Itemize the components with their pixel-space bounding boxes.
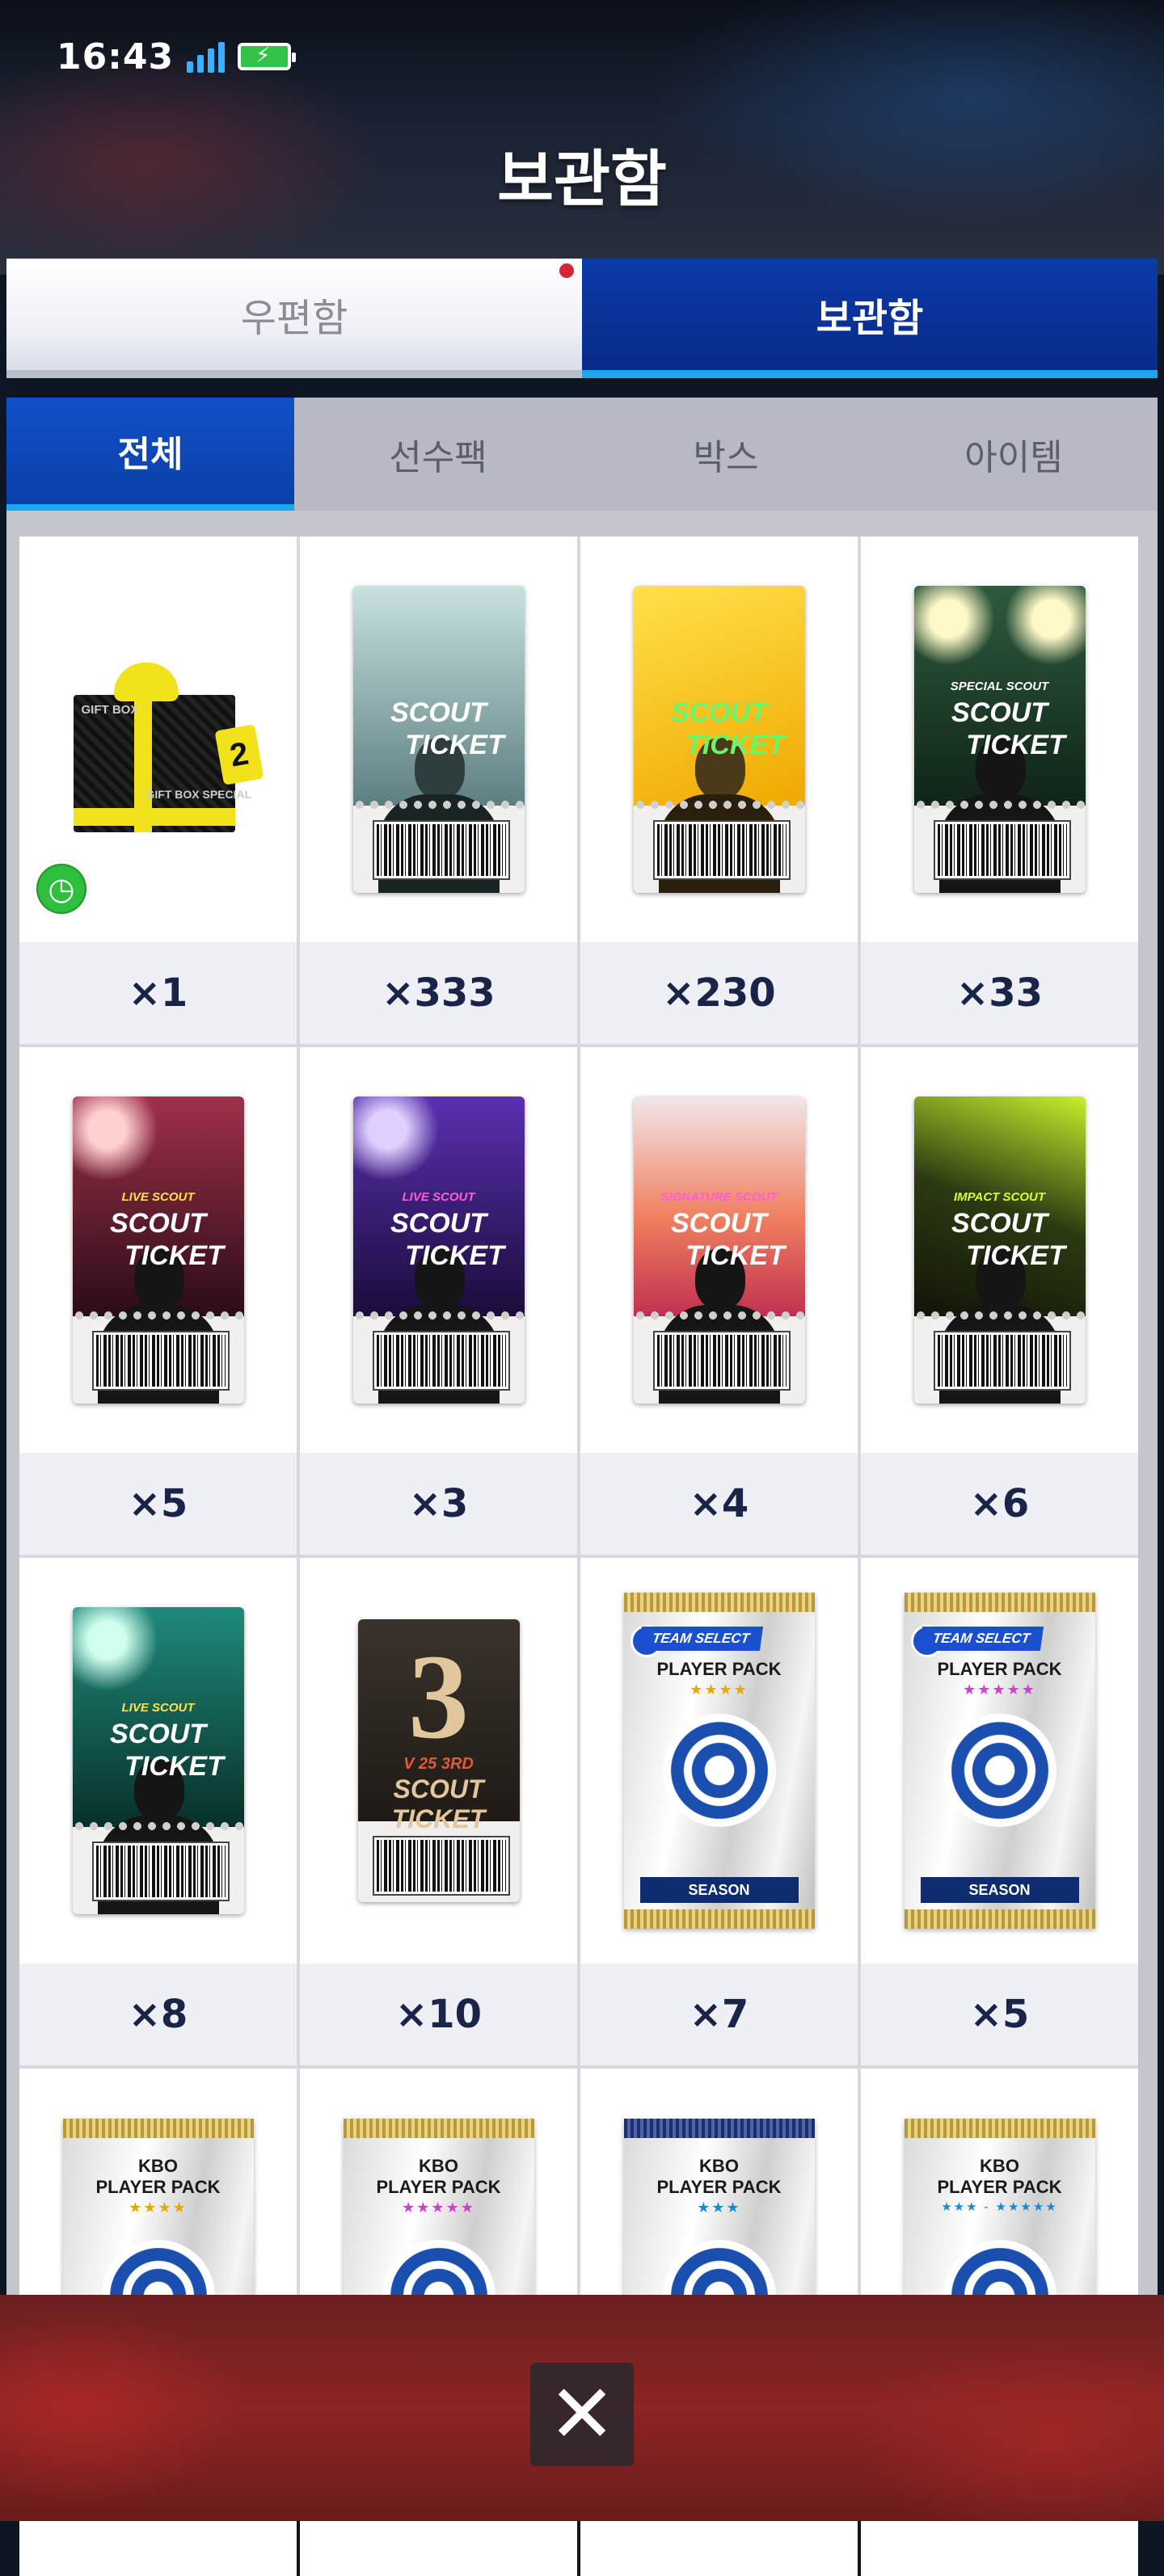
gift-box-image: GIFT BOX GIFT BOX SPECIAL 2 <box>57 638 264 840</box>
close-button[interactable]: ✕ <box>530 2363 634 2466</box>
item-count: ×5 <box>861 1964 1138 2065</box>
player-pack-image: TEAM SELECT PLAYER PACK ★★★★★ SEASON <box>904 1593 1095 1929</box>
item-scout-ticket[interactable]: SPECIAL SCOUT SCOUT TICKET ×33 <box>861 537 1138 1044</box>
tab-storage-label: 보관함 <box>816 296 924 341</box>
item-count: ×10 <box>300 1964 577 2065</box>
subtab-item[interactable]: 아이템 <box>870 398 1158 511</box>
team-emblem-icon <box>662 1714 776 1827</box>
barcode <box>372 1836 510 1896</box>
item-count: ×333 <box>300 942 577 1044</box>
barcode <box>652 1331 791 1391</box>
category-tabs: 전체 선수팩 박스 아이템 <box>6 398 1158 511</box>
player-pack-image: TEAM SELECT PLAYER PACK ★★★★ SEASON <box>623 1593 815 1929</box>
clock-icon: ◷ <box>32 860 91 918</box>
item-scout-ticket[interactable]: SIGNATURE SCOUT SCOUT TICKET ×4 <box>580 1047 858 1555</box>
item-count: ×3 <box>300 1453 577 1555</box>
scout-ticket-image: LIVE SCOUT SCOUT TICKET <box>352 1096 525 1404</box>
item-player-pack[interactable]: TEAM SELECT PLAYER PACK ★★★★ SEASON ×7 <box>580 1558 858 2065</box>
item-count: ×4 <box>580 1453 858 1555</box>
item-scout-ticket[interactable]: LIVE SCOUT SCOUT TICKET ×3 <box>300 1047 577 1555</box>
barcode <box>933 820 1071 880</box>
barcode <box>372 1331 510 1391</box>
scout-ticket-image: IMPACT SCOUT SCOUT TICKET <box>913 1096 1086 1404</box>
barcode <box>372 820 510 880</box>
item-count: ×1 <box>19 942 297 1044</box>
notification-dot <box>559 263 574 278</box>
scout-ticket-image: SIGNATURE SCOUT SCOUT TICKET <box>633 1096 805 1404</box>
item-scout-ticket[interactable]: IMPACT SCOUT SCOUT TICKET ×6 <box>861 1047 1138 1555</box>
signal-icon <box>187 40 226 73</box>
item-v25-scout-ticket[interactable]: 3 V 25 3RD SCOUT TICKET ×10 <box>300 1558 577 2065</box>
item-count: ×5 <box>19 1453 297 1555</box>
subtab-box[interactable]: 박스 <box>582 398 870 511</box>
item-count: ×7 <box>580 1964 858 2065</box>
item-scout-ticket[interactable]: SCOUT TICKET ×333 <box>300 537 577 1044</box>
item-count: ×8 <box>19 1964 297 2065</box>
main-tabs: 우편함 보관함 <box>6 259 1158 378</box>
barcode <box>933 1331 1071 1391</box>
subtab-all[interactable]: 전체 <box>6 398 294 511</box>
v25-ticket-image: 3 V 25 3RD SCOUT TICKET <box>357 1619 520 1902</box>
scout-ticket-image: SCOUT TICKET <box>633 586 805 893</box>
item-scout-ticket[interactable]: LIVE SCOUT SCOUT TICKET ×8 <box>19 1558 297 2065</box>
item-count: ×230 <box>580 942 858 1044</box>
scout-ticket-image: LIVE SCOUT SCOUT TICKET <box>72 1607 244 1914</box>
tab-mailbox[interactable]: 우편함 <box>6 259 582 378</box>
scout-ticket-image: SCOUT TICKET <box>352 586 525 893</box>
team-emblem-icon <box>943 1714 1056 1827</box>
item-player-pack[interactable]: TEAM SELECT PLAYER PACK ★★★★★ SEASON ×5 <box>861 1558 1138 2065</box>
page-title: 보관함 <box>497 143 667 215</box>
scout-ticket-image: LIVE SCOUT SCOUT TICKET <box>72 1096 244 1404</box>
tab-storage[interactable]: 보관함 <box>582 259 1158 378</box>
item-scout-ticket[interactable]: LIVE SCOUT SCOUT TICKET ×5 <box>19 1047 297 1555</box>
status-bar: 16:43 ⚡ <box>57 32 297 81</box>
item-count: ×33 <box>861 942 1138 1044</box>
storage-panel: 전체 선수팩 박스 아이템 GIFT BOX GIFT BOX SPECIAL … <box>6 398 1158 2576</box>
barcode <box>652 820 791 880</box>
battery-charging-icon: ⚡ <box>238 43 297 70</box>
item-scout-ticket[interactable]: SCOUT TICKET ×230 <box>580 537 858 1044</box>
scout-ticket-image: SPECIAL SCOUT SCOUT TICKET <box>913 586 1086 893</box>
item-count: ×6 <box>861 1453 1138 1555</box>
status-time: 16:43 <box>57 36 175 78</box>
barcode <box>91 1842 230 1901</box>
barcode <box>91 1331 230 1391</box>
tab-mailbox-label: 우편함 <box>240 296 348 341</box>
item-gift-box[interactable]: GIFT BOX GIFT BOX SPECIAL 2 ◷ ×1 <box>19 537 297 1044</box>
subtab-player-pack[interactable]: 선수팩 <box>294 398 582 511</box>
item-grid: GIFT BOX GIFT BOX SPECIAL 2 ◷ ×1 SCOUT T… <box>19 537 1138 2576</box>
